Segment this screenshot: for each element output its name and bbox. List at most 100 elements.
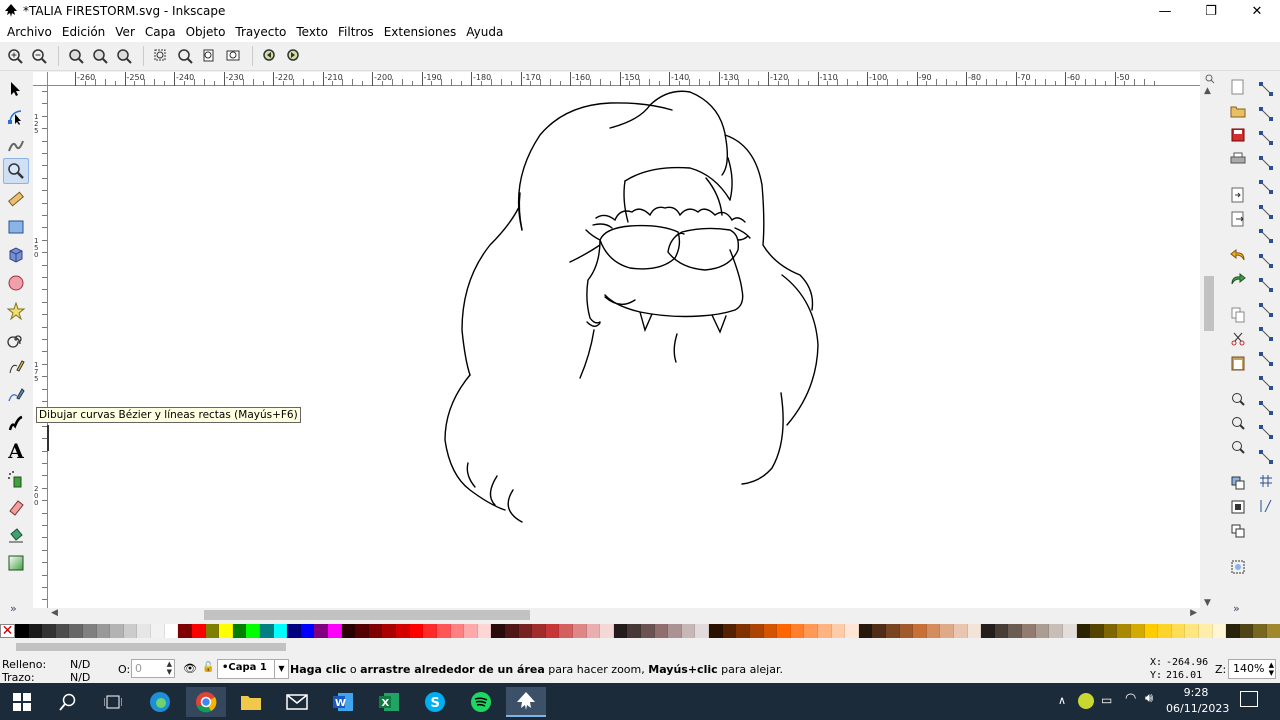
color-swatch[interactable]: [314, 624, 329, 638]
color-swatch[interactable]: [736, 624, 750, 638]
snap-nodes-icon[interactable]: [1257, 227, 1275, 245]
color-swatch[interactable]: [368, 624, 383, 638]
snap-smooth-icon[interactable]: [1257, 325, 1275, 343]
clock-date[interactable]: 06/11/2023: [1166, 702, 1229, 715]
zoom-next-icon[interactable]: [283, 45, 305, 67]
task-view-icon[interactable]: [93, 687, 133, 717]
zoom-page-cmd-icon[interactable]: [1229, 438, 1247, 456]
color-swatch[interactable]: [83, 624, 97, 638]
color-swatch[interactable]: [151, 624, 165, 638]
color-swatch[interactable]: [1062, 624, 1077, 638]
zoom-2-1-icon[interactable]: [113, 45, 135, 67]
color-swatch[interactable]: [899, 624, 914, 638]
windows-start-icon[interactable]: [2, 687, 42, 717]
color-swatch[interactable]: [1103, 624, 1118, 638]
layer-lock-icon[interactable]: 🔓: [202, 662, 214, 673]
color-swatch[interactable]: [69, 624, 84, 638]
more-tools-icon[interactable]: »: [10, 602, 17, 615]
ellipse-tool-icon[interactable]: [3, 270, 29, 296]
skype-icon[interactable]: S: [415, 687, 455, 717]
fill-value[interactable]: N/D: [70, 658, 90, 671]
snap-midpoint-icon[interactable]: [1257, 350, 1275, 368]
color-swatch[interactable]: [477, 624, 492, 638]
color-swatch[interactable]: [572, 624, 587, 638]
color-swatch[interactable]: [559, 624, 573, 638]
color-swatch[interactable]: [259, 624, 274, 638]
pencil-tool-icon[interactable]: [3, 354, 29, 380]
clock-time[interactable]: 9:28: [1170, 686, 1222, 699]
snap-bbox-edge-icon[interactable]: [1257, 129, 1275, 147]
color-swatch[interactable]: [300, 624, 315, 638]
snap-bbox-icon[interactable]: [1257, 105, 1275, 123]
color-swatch[interactable]: [96, 624, 111, 638]
color-swatch[interactable]: [1239, 624, 1254, 638]
snap-object-center-icon[interactable]: [1257, 374, 1275, 392]
color-swatch[interactable]: [913, 624, 927, 638]
print-icon[interactable]: [1229, 150, 1247, 168]
color-swatch[interactable]: [491, 624, 505, 638]
snap-bbox-corner-icon[interactable]: [1257, 154, 1275, 172]
color-swatch[interactable]: [872, 624, 886, 638]
vertical-scrollbar[interactable]: ▲ ▼: [1201, 86, 1217, 608]
file-explorer-icon[interactable]: [231, 687, 271, 717]
color-swatch[interactable]: [15, 624, 29, 638]
zoom-out-icon[interactable]: [28, 45, 50, 67]
show-hidden-icons[interactable]: ∧: [1058, 694, 1066, 707]
color-swatch[interactable]: [1253, 624, 1268, 638]
battery-icon[interactable]: ▭: [1101, 693, 1112, 707]
snap-page-border-icon[interactable]: [1257, 448, 1275, 466]
color-swatch[interactable]: [967, 624, 982, 638]
snap-guide-icon[interactable]: [1257, 497, 1275, 515]
color-swatch[interactable]: [940, 624, 955, 638]
snap-text-baseline-icon[interactable]: [1257, 423, 1275, 441]
close-button[interactable]: ✕: [1234, 0, 1280, 22]
color-swatch[interactable]: [1185, 624, 1200, 638]
color-swatch[interactable]: [110, 624, 124, 638]
scroll-down-icon[interactable]: ▼: [1204, 598, 1211, 608]
color-swatch[interactable]: [42, 624, 56, 638]
restore-button[interactable]: ❐: [1188, 0, 1234, 22]
color-swatch[interactable]: [668, 624, 682, 638]
color-swatch[interactable]: [1022, 624, 1036, 638]
color-swatch[interactable]: [545, 624, 560, 638]
mail-icon[interactable]: [277, 687, 317, 717]
node-tool-icon[interactable]: [3, 104, 29, 130]
zoom-input[interactable]: 140% ▲ ▼: [1228, 659, 1276, 679]
excel-icon[interactable]: X: [369, 687, 409, 717]
color-swatch[interactable]: [123, 624, 138, 638]
color-swatch[interactable]: [355, 624, 369, 638]
edge-icon[interactable]: [140, 687, 180, 717]
bucket-tool-icon[interactable]: [3, 522, 29, 548]
palette-scrollbar-thumb[interactable]: [16, 643, 286, 651]
layer-select[interactable]: •Capa 1 ▼: [217, 659, 289, 679]
color-swatch[interactable]: [219, 624, 233, 638]
menu-capa[interactable]: Capa: [140, 25, 181, 39]
zoom-drawing-icon[interactable]: [174, 45, 196, 67]
inkscape-taskbar-icon[interactable]: [506, 687, 546, 717]
volume-icon[interactable]: 🔊︎: [1145, 691, 1153, 706]
word-icon[interactable]: W: [323, 687, 363, 717]
redo-icon[interactable]: [1229, 270, 1247, 288]
color-swatch[interactable]: [1130, 624, 1145, 638]
zoom-previous-icon[interactable]: [259, 45, 281, 67]
color-swatch[interactable]: [409, 624, 424, 638]
color-swatch[interactable]: [1076, 624, 1091, 638]
color-swatch[interactable]: [273, 624, 288, 638]
rect-tool-icon[interactable]: [3, 214, 29, 240]
snap-grid-icon[interactable]: [1257, 472, 1275, 490]
color-swatch[interactable]: [191, 624, 206, 638]
color-swatch[interactable]: [532, 624, 546, 638]
color-swatch[interactable]: [1158, 624, 1172, 638]
color-swatch[interactable]: [178, 624, 192, 638]
color-swatch[interactable]: [858, 624, 873, 638]
snap-cusp-icon[interactable]: [1257, 301, 1275, 319]
clone-icon[interactable]: [1229, 498, 1247, 516]
zoom-1-2-icon[interactable]: [89, 45, 111, 67]
color-swatch[interactable]: [464, 624, 478, 638]
no-color-swatch[interactable]: ✕: [0, 623, 15, 639]
color-swatch[interactable]: [926, 624, 941, 638]
save-document-icon[interactable]: [1229, 126, 1247, 144]
copy-icon[interactable]: [1229, 306, 1247, 324]
menu-edicion[interactable]: Edición: [57, 25, 110, 39]
color-swatch[interactable]: [55, 624, 70, 638]
